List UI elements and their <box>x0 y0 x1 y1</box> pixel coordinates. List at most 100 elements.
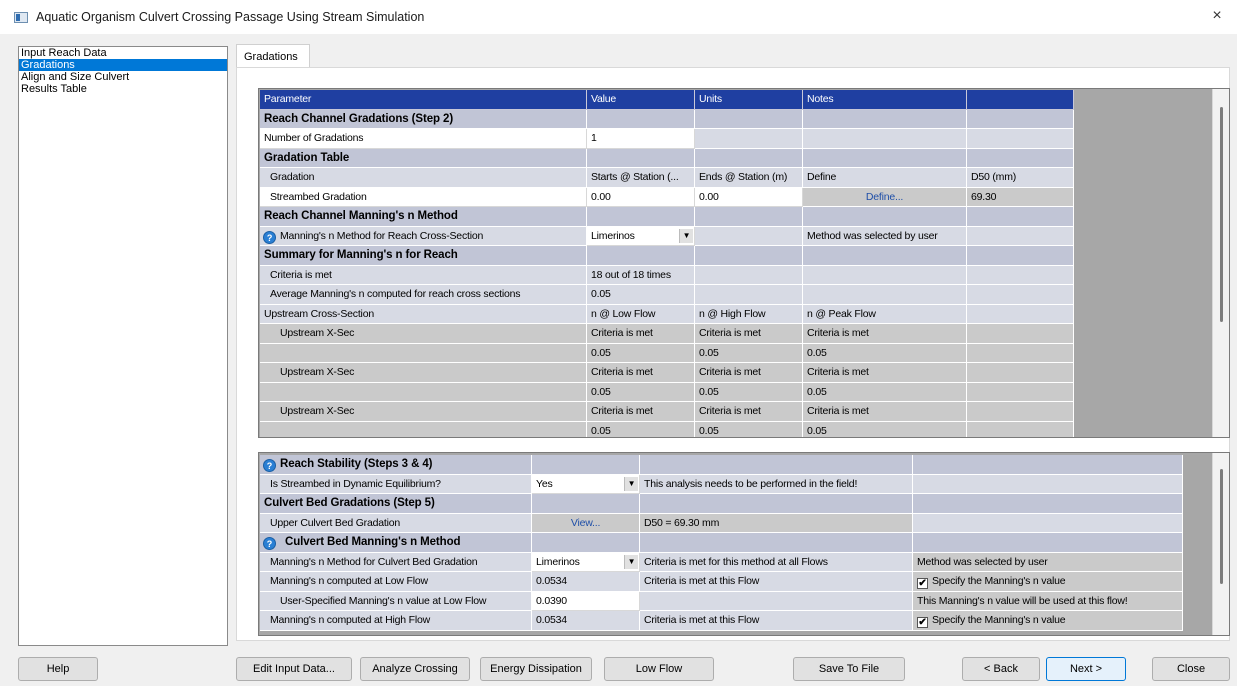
chevron-down-icon[interactable]: ▼ <box>624 476 638 491</box>
n-peak-flow-column-label: n @ Peak Flow <box>803 304 967 324</box>
help-icon[interactable]: ? <box>263 459 276 472</box>
xsec-n-high: 0.05 <box>695 382 803 402</box>
column-header-notes: Notes <box>803 90 967 110</box>
nav-item-gradations[interactable]: Gradations <box>19 59 227 71</box>
define-gradation-button[interactable]: Define... <box>803 187 967 207</box>
analyze-crossing-button[interactable]: Analyze Crossing <box>360 657 470 681</box>
xsec-high-criteria: Criteria is met <box>695 402 803 422</box>
empty-cell <box>260 343 587 363</box>
xsec-high-criteria: Criteria is met <box>695 363 803 383</box>
tab-gradations[interactable]: Gradations <box>236 44 310 68</box>
starts-station-column-label: Starts @ Station (... <box>587 168 695 188</box>
empty-cell <box>695 129 803 149</box>
xsec-low-criteria: Criteria is met <box>587 324 695 344</box>
next-button[interactable]: Next > <box>1046 657 1126 681</box>
criteria-met-label: Criteria is met <box>260 265 587 285</box>
section-row: ? Culvert Bed Manning's n Method <box>260 533 1183 553</box>
n-high-flow-column-label: n @ High Flow <box>695 304 803 324</box>
empty-cell <box>967 265 1074 285</box>
chevron-down-icon[interactable]: ▼ <box>679 228 693 243</box>
edit-input-data-button[interactable]: Edit Input Data... <box>236 657 352 681</box>
streambed-d50-value: 69.30 <box>967 187 1074 207</box>
empty-cell <box>967 402 1074 422</box>
section-fill <box>587 148 695 168</box>
dynamic-equilibrium-dropdown[interactable]: Yes ▼ <box>532 474 640 494</box>
section-fill <box>640 533 913 553</box>
section-fill <box>803 148 967 168</box>
xsec-n-peak: 0.05 <box>803 421 967 437</box>
section-reach-channel-gradations: Reach Channel Gradations (Step 2) <box>260 109 587 129</box>
column-header-value: Value <box>587 90 695 110</box>
xsec-n-low: 0.05 <box>587 343 695 363</box>
low-flow-n-label: Manning's n computed at Low Flow <box>260 572 532 592</box>
energy-dissipation-button[interactable]: Energy Dissipation <box>480 657 592 681</box>
empty-cell <box>640 591 913 611</box>
high-flow-n-note: Criteria is met at this Flow <box>640 611 913 631</box>
empty-cell <box>803 265 967 285</box>
back-button[interactable]: < Back <box>962 657 1040 681</box>
criteria-met-value: 18 out of 18 times <box>587 265 695 285</box>
mannings-method-label-cell: ? Manning's n Method for Reach Cross-Sect… <box>260 226 587 246</box>
specify-high-flow-checkbox[interactable]: ✔ Specify the Manning's n value <box>913 611 1183 631</box>
mannings-method-value: Limerinos <box>591 229 635 242</box>
section-fill <box>695 148 803 168</box>
nav-item-results-table[interactable]: Results Table <box>19 83 227 95</box>
empty-cell <box>967 343 1074 363</box>
low-flow-button[interactable]: Low Flow <box>604 657 714 681</box>
empty-cell <box>967 226 1074 246</box>
section-fill <box>532 533 640 553</box>
culvert-method-label: Manning's n Method for Culvert Bed Grada… <box>260 552 532 572</box>
user-low-flow-n-input[interactable]: 0.0390 <box>532 591 640 611</box>
gradation-column-label: Gradation <box>260 168 587 188</box>
view-button-label: View... <box>570 516 601 529</box>
culvert-method-dropdown[interactable]: Limerinos ▼ <box>532 552 640 572</box>
number-of-gradations-input[interactable]: 1 <box>587 129 695 149</box>
nav-item-align-size-culvert[interactable]: Align and Size Culvert <box>19 71 227 83</box>
average-mannings-value: 0.05 <box>587 285 695 305</box>
n-low-flow-column-label: n @ Low Flow <box>587 304 695 324</box>
empty-cell <box>967 324 1074 344</box>
close-button[interactable]: Close <box>1152 657 1230 681</box>
section-culvert-mannings-cell: ? Culvert Bed Manning's n Method <box>260 533 532 553</box>
specify-low-flow-checkbox[interactable]: ✔ Specify the Manning's n value <box>913 572 1183 592</box>
grid-header-row: Parameter Value Units Notes <box>260 90 1074 110</box>
grid1-vertical-scrollbar[interactable] <box>1212 89 1229 437</box>
save-to-file-button[interactable]: Save To File <box>793 657 905 681</box>
help-button[interactable]: Help <box>18 657 98 681</box>
scrollbar-thumb[interactable] <box>1220 107 1223 322</box>
streambed-start-station-input[interactable]: 0.00 <box>587 187 695 207</box>
table-row: Number of Gradations 1 <box>260 129 1074 149</box>
help-icon[interactable]: ? <box>263 537 276 550</box>
empty-cell <box>695 265 803 285</box>
chevron-down-icon[interactable]: ▼ <box>624 554 638 569</box>
checkbox-checked-icon[interactable]: ✔ <box>917 617 928 628</box>
streambed-end-station-input[interactable]: 0.00 <box>695 187 803 207</box>
low-flow-n-note: Criteria is met at this Flow <box>640 572 913 592</box>
average-mannings-label: Average Manning's n computed for reach c… <box>260 285 587 305</box>
section-fill <box>967 207 1074 227</box>
close-icon[interactable]: × <box>1207 7 1227 25</box>
section-fill <box>967 246 1074 266</box>
mannings-method-dropdown[interactable]: Limerinos ▼ <box>587 226 695 246</box>
section-summary-mannings: Summary for Manning's n for Reach <box>260 246 587 266</box>
section-reach-stability-cell: ? Reach Stability (Steps 3 & 4) <box>260 455 532 475</box>
xsec-low-criteria: Criteria is met <box>587 402 695 422</box>
grid2-vertical-scrollbar[interactable] <box>1212 453 1229 635</box>
high-flow-n-label: Manning's n computed at High Flow <box>260 611 532 631</box>
nav-item-input-reach-data[interactable]: Input Reach Data <box>19 47 227 59</box>
table-row: Upstream X-Sec Criteria is met Criteria … <box>260 363 1074 383</box>
upstream-xsec-label: Upstream X-Sec <box>260 324 587 344</box>
help-icon[interactable]: ? <box>263 230 276 244</box>
section-reach-mannings-method: Reach Channel Manning's n Method <box>260 207 587 227</box>
table-row: Upstream Cross-Section n @ Low Flow n @ … <box>260 304 1074 324</box>
column-header-units: Units <box>695 90 803 110</box>
step-navigation-list[interactable]: Input Reach Data Gradations Align and Si… <box>18 46 228 646</box>
view-gradation-button[interactable]: View... <box>532 513 640 533</box>
checkbox-checked-icon[interactable]: ✔ <box>917 578 928 589</box>
define-column-label: Define <box>803 168 967 188</box>
table-row: Criteria is met 18 out of 18 times <box>260 265 1074 285</box>
section-fill <box>695 109 803 129</box>
window-title: Aquatic Organism Culvert Crossing Passag… <box>36 10 425 24</box>
table-row: Upstream X-Sec Criteria is met Criteria … <box>260 402 1074 422</box>
scrollbar-thumb[interactable] <box>1220 469 1223 584</box>
